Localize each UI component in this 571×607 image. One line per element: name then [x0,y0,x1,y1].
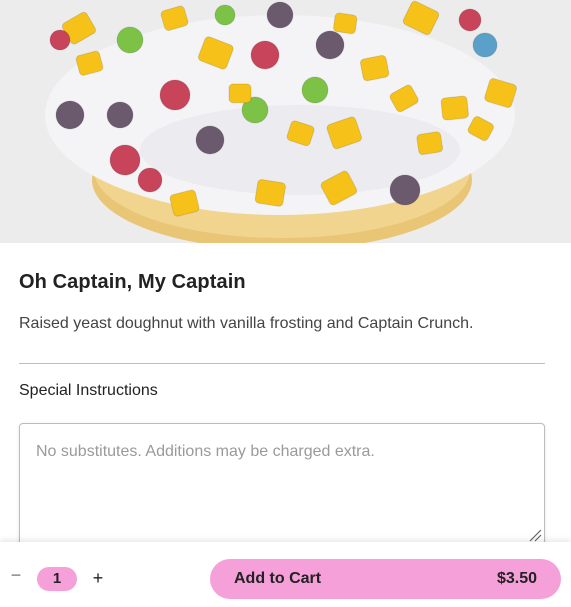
cereal-piece [458,8,482,32]
cereal-piece [301,76,329,104]
doughnut-illustration [0,0,571,243]
product-details: Oh Captain, My Captain Raised yeast doug… [19,243,545,400]
cereal-piece [49,29,71,51]
cereal-piece [106,101,134,129]
add-to-cart-button[interactable]: Add to Cart $3.50 [210,559,561,599]
cereal-piece [109,144,141,176]
divider [19,363,545,364]
cereal-piece [55,100,85,130]
decrease-quantity-button[interactable]: − [8,566,24,584]
cereal-piece [416,131,444,156]
cereal-piece [195,125,225,155]
resize-handle-icon[interactable] [528,528,542,542]
cereal-piece [333,12,358,35]
product-image [0,0,571,243]
cereal-piece [254,179,286,207]
cereal-piece [389,174,421,206]
cereal-piece [250,40,280,70]
cereal-piece [266,1,294,29]
cereal-piece [315,30,345,60]
cereal-piece [159,79,191,111]
cereal-piece [116,26,144,54]
special-instructions-input[interactable] [19,423,545,545]
quantity-value: 1 [37,567,77,591]
increase-quantity-button[interactable]: + [89,568,107,588]
cart-footer: − 1 + Add to Cart $3.50 [0,542,571,607]
product-title: Oh Captain, My Captain [19,271,246,293]
cereal-piece [440,95,469,121]
cereal-piece [137,167,163,193]
cereal-piece [214,4,236,26]
add-to-cart-label: Add to Cart [234,570,322,587]
special-instructions-label: Special Instructions [19,382,158,399]
cereal-piece [359,54,390,82]
cereal-piece [472,32,498,58]
cereal-piece [228,83,252,104]
product-description: Raised yeast doughnut with vanilla frost… [19,315,474,332]
cart-price: $3.50 [496,570,537,587]
